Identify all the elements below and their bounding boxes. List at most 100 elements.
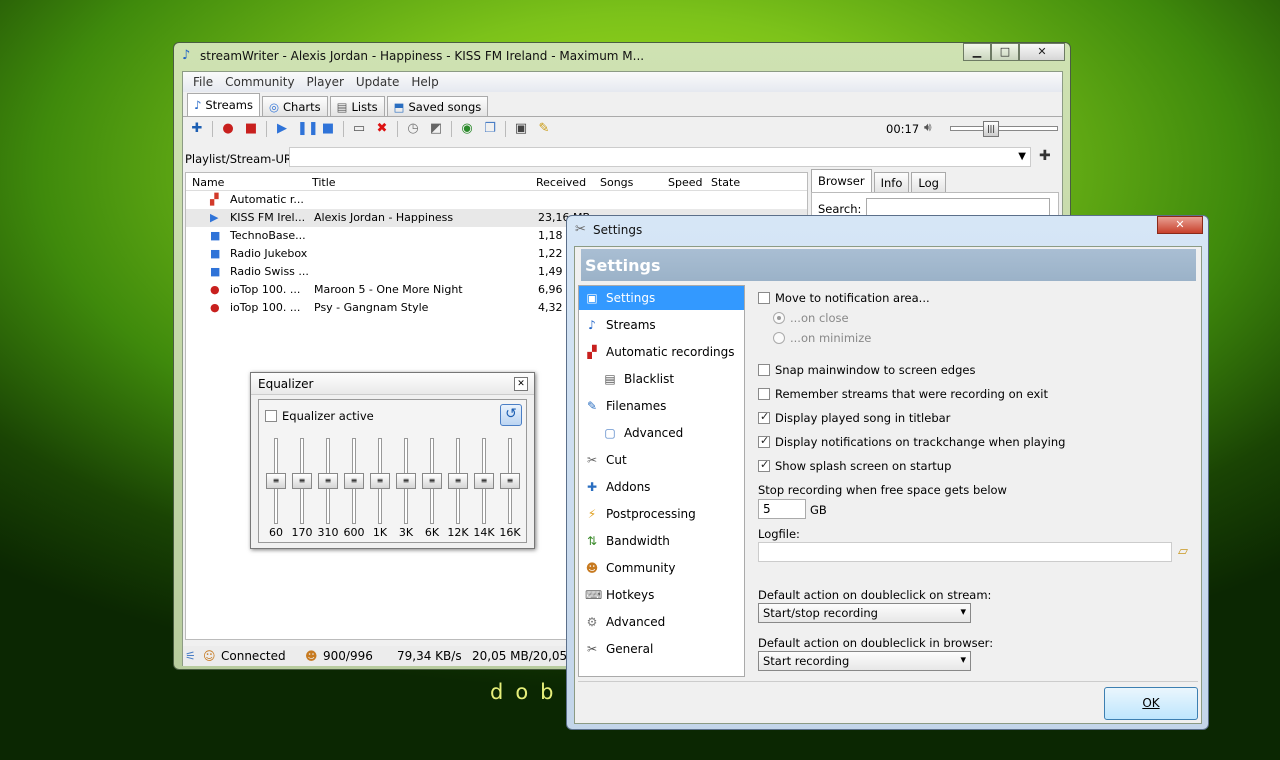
add-icon[interactable]: ✚ <box>189 121 205 137</box>
checkbox[interactable] <box>758 364 770 376</box>
logfile-input[interactable] <box>758 542 1172 562</box>
tab-log[interactable]: Log <box>911 172 946 192</box>
menu-help[interactable]: Help <box>405 72 444 92</box>
col-received[interactable]: Received <box>536 176 586 189</box>
settings-nav-item[interactable]: ✎ Filenames <box>579 394 744 418</box>
eq-slider-thumb[interactable]: ≡ <box>448 473 468 489</box>
radio[interactable] <box>773 332 785 344</box>
chevron-down-icon[interactable]: ▼ <box>1018 151 1026 162</box>
main-window-titlebar[interactable]: ♪ streamWriter - Alexis Jordan - Happine… <box>174 43 1070 69</box>
settings-nav-item[interactable]: ▢ Advanced <box>579 421 744 445</box>
settings-titlebar[interactable]: ✂ Settings ✕ <box>567 216 1208 244</box>
eq-slider-thumb[interactable]: ≡ <box>474 473 494 489</box>
settings-icon[interactable]: ▣ <box>513 121 529 137</box>
equalizer-active-checkbox[interactable]: Equalizer active <box>265 409 374 423</box>
ok-button[interactable]: OK <box>1104 687 1198 720</box>
table-row[interactable]: ▞ Automatic r... <box>186 191 807 209</box>
connection-icon: ⚟ <box>185 649 196 663</box>
radio[interactable] <box>773 312 785 324</box>
copy-icon[interactable]: ❐ <box>482 121 498 137</box>
folder-icon[interactable]: ▱ <box>1178 544 1188 559</box>
col-name[interactable]: Name <box>192 176 224 189</box>
settings-nav-item[interactable]: ✚ Addons <box>579 475 744 499</box>
timer-icon[interactable]: ◷ <box>405 121 421 137</box>
dblclick-stream-select[interactable]: Start/stop recording <box>758 603 971 623</box>
minimize-button[interactable]: ▁ <box>963 43 991 61</box>
move-notification-option[interactable]: Move to notification area... <box>758 291 930 305</box>
col-speed[interactable]: Speed <box>668 176 702 189</box>
note-icon: ♪ <box>182 48 191 63</box>
eq-slider-thumb[interactable]: ≡ <box>396 473 416 489</box>
volume-slider[interactable]: ||| <box>950 121 1058 137</box>
menu-community[interactable]: Community <box>219 72 300 92</box>
on-close-option[interactable]: ...on close <box>773 311 849 325</box>
stop-icon[interactable]: ■ <box>320 121 336 137</box>
eq-slider-thumb[interactable]: ≡ <box>292 473 312 489</box>
play-icon[interactable]: ▶ <box>274 121 290 137</box>
delete-icon[interactable]: ✖ <box>374 121 390 137</box>
eq-slider-thumb[interactable]: ≡ <box>422 473 442 489</box>
settings-nav-item[interactable]: ▤ Blacklist <box>579 367 744 391</box>
volume-slider-thumb[interactable]: ||| <box>983 121 999 137</box>
tab-lists[interactable]: ▤ Lists <box>329 96 385 116</box>
on-minimize-option[interactable]: ...on minimize <box>773 331 871 345</box>
remember-option[interactable]: Remember streams that were recording on … <box>758 387 1048 401</box>
col-songs[interactable]: Songs <box>600 176 633 189</box>
eq-slider-thumb[interactable]: ≡ <box>344 473 364 489</box>
dblclick-stream-label: Default action on doubleclick on stream: <box>758 588 992 602</box>
settings-nav-item[interactable]: ♪ Streams <box>579 313 744 337</box>
record-icon[interactable]: ● <box>220 121 236 137</box>
close-button[interactable]: ✕ <box>1019 43 1065 61</box>
equalizer-close-button[interactable]: ✕ <box>514 377 528 391</box>
settings-nav-item[interactable]: ⚡ Postprocessing <box>579 502 744 526</box>
settings-nav-item[interactable]: ▞ Automatic recordings <box>579 340 744 364</box>
tab-info[interactable]: Info <box>873 172 910 192</box>
eq-slider-thumb[interactable]: ≡ <box>266 473 286 489</box>
settings-nav-item[interactable]: ⌨ Hotkeys <box>579 583 744 607</box>
menu-file[interactable]: File <box>187 72 219 92</box>
rename-icon[interactable]: ▭ <box>351 121 367 137</box>
checkbox[interactable] <box>758 410 770 424</box>
checkbox[interactable] <box>758 388 770 400</box>
tab-browser[interactable]: Browser <box>811 169 872 192</box>
add-url-icon[interactable]: ✚ <box>1039 148 1051 164</box>
tab-saved-songs[interactable]: ⬒ Saved songs <box>386 96 489 116</box>
snap-option[interactable]: Snap mainwindow to screen edges <box>758 363 975 377</box>
checkbox[interactable] <box>758 292 770 304</box>
eq-slider-thumb[interactable]: ≡ <box>318 473 338 489</box>
space-input[interactable]: 5 <box>758 499 806 519</box>
reset-icon[interactable]: ↺ <box>500 404 522 426</box>
eq-slider-thumb[interactable]: ≡ <box>500 473 520 489</box>
display-notifications-option[interactable]: Display notifications on trackchange whe… <box>758 434 1065 449</box>
settings-nav-item[interactable]: ✂ Cut <box>579 448 744 472</box>
settings-nav-item[interactable]: ⚙ Advanced <box>579 610 744 634</box>
settings-nav-item[interactable]: ☻ Community <box>579 556 744 580</box>
tag-icon[interactable]: ◩ <box>428 121 444 137</box>
playlist-url-input[interactable]: ▼ <box>289 147 1031 167</box>
web-icon[interactable]: ◉ <box>459 121 475 137</box>
settings-nav-item[interactable]: ▣ Settings <box>579 286 744 310</box>
checkbox[interactable] <box>758 434 770 448</box>
tab-streams[interactable]: ♪ Streams <box>187 93 260 116</box>
checkbox[interactable] <box>758 458 770 472</box>
menu-player[interactable]: Player <box>301 72 350 92</box>
menu-update[interactable]: Update <box>350 72 405 92</box>
settings-nav-item[interactable]: ✂ General <box>579 637 744 661</box>
settings-nav-item[interactable]: ⇅ Bandwidth <box>579 529 744 553</box>
settings-close-button[interactable]: ✕ <box>1157 216 1203 234</box>
col-state[interactable]: State <box>711 176 740 189</box>
dblclick-browser-select[interactable]: Start recording <box>758 651 971 671</box>
row-name: TechnoBase... <box>230 229 306 242</box>
equalizer-titlebar[interactable]: Equalizer ✕ <box>251 373 534 395</box>
record-stop-icon[interactable]: ■ <box>243 121 259 137</box>
show-splash-option[interactable]: Show splash screen on startup <box>758 458 951 473</box>
checkbox[interactable] <box>265 410 277 422</box>
eq-slider-thumb[interactable]: ≡ <box>370 473 390 489</box>
maximize-button[interactable]: □ <box>991 43 1019 61</box>
clean-icon[interactable]: ✎ <box>536 121 552 137</box>
pause-icon[interactable]: ❚❚ <box>297 121 319 137</box>
volume-icon[interactable]: 🔊︎ <box>924 120 932 135</box>
col-title[interactable]: Title <box>312 176 336 189</box>
tab-charts[interactable]: ◎ Charts <box>261 96 328 116</box>
display-played-option[interactable]: Display played song in titlebar <box>758 410 950 425</box>
